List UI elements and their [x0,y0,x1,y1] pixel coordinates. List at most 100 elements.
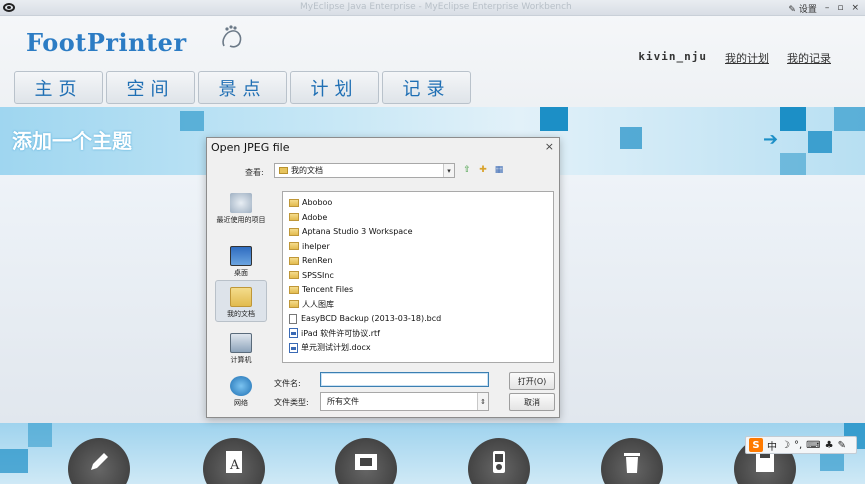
chevron-down-icon[interactable]: ▾ [443,164,454,177]
maximize-icon[interactable]: ▫ [837,3,843,13]
spinner-icon[interactable]: ⇕ [477,393,488,410]
list-item[interactable]: 单元测试计划.docx [289,341,371,354]
word-document-icon [289,328,298,338]
folder-icon [289,242,299,250]
user-links: kivin_nju 我的计划 我的记录 [638,50,831,66]
sogou-ime-icon[interactable]: S [749,438,763,452]
folder-icon [289,256,299,265]
look-in-dropdown[interactable]: 我的文档 ▾ [274,163,455,178]
filename-label: 文件名: [274,379,301,388]
file-list[interactable]: Aboboo Adobe Aptana Studio 3 Workspace i… [282,191,554,363]
place-computer-label: 计算机 [230,356,252,364]
tab-scenic[interactable]: 景点 [198,71,287,104]
app-logo[interactable]: FootPrinter [26,28,187,57]
list-item[interactable]: iPad 软件许可协议.rtf [289,327,380,340]
look-in-value: 我的文档 [291,166,323,175]
tab-space[interactable]: 空间 [106,71,195,104]
folder-icon [289,271,299,279]
file-name: Tencent Files [302,285,354,294]
file-name: SPSSInc [302,270,334,280]
place-my-documents-label: 我的文档 [227,310,255,318]
folder-icon [289,198,299,207]
list-item[interactable]: EasyBCD Backup (2013-03-18).bcd [289,312,441,325]
file-name: Aptana Studio 3 Workspace [302,227,413,236]
moon-icon[interactable]: ☽ [781,440,790,451]
dialog-close-icon[interactable]: × [545,140,554,153]
place-network[interactable]: 网络 [215,376,267,408]
new-folder-icon[interactable]: ✚ [477,164,489,176]
tab-records[interactable]: 记录 [382,71,471,104]
place-network-label: 网络 [234,399,248,407]
filetype-label: 文件类型: [274,398,309,407]
svg-text:A: A [229,458,240,473]
open-button[interactable]: 打开(O) [509,372,555,390]
list-item[interactable]: Aboboo [289,196,332,209]
window-controls: ✎ 设置 – ▫ × [788,0,865,16]
settings-link[interactable]: ✎ 设置 [788,2,816,15]
place-desktop[interactable]: 桌面 [215,246,267,278]
list-item[interactable]: Aptana Studio 3 Workspace [289,225,413,238]
list-item[interactable]: Tencent Files [289,283,353,296]
keyboard-icon[interactable]: ⌨ [806,440,820,451]
file-icon [289,313,297,324]
up-folder-icon[interactable]: ⇧ [461,164,473,176]
my-documents-icon [230,287,252,307]
settings-label: 设置 [798,4,817,15]
folder-icon [289,300,299,308]
my-records-link[interactable]: 我的记录 [787,50,831,66]
filename-input[interactable] [320,372,489,387]
ghost-window-title: MyEclipse Java Enterprise - MyEclipse En… [300,2,572,12]
user-name[interactable]: kivin_nju [638,50,707,66]
list-item[interactable]: ihelper [289,240,330,253]
tab-plan[interactable]: 计划 [290,71,379,104]
dialog-toolbar: ⇧ ✚ ▦ [461,164,505,176]
wrench-icon[interactable]: ✎ [838,440,846,451]
close-icon[interactable]: × [851,3,859,13]
file-name: EasyBCD Backup (2013-03-18).bcd [301,314,442,323]
ime-toolbar[interactable]: S 中 ☽ °, ⌨ ♣ ✎ [745,436,857,454]
file-name: RenRen [302,256,333,265]
cancel-button[interactable]: 取消 [509,393,555,411]
my-plans-link[interactable]: 我的计划 [725,50,769,66]
places-bar: 最近使用的项目 桌面 我的文档 计算机 网络 [213,188,269,414]
folder-icon [289,227,299,236]
look-in-label: 查看: [245,168,264,177]
ime-mode[interactable]: 中 [767,438,777,453]
folder-icon [289,213,299,221]
list-item[interactable]: Adobe [289,211,327,224]
place-my-documents[interactable]: 我的文档 [215,280,267,322]
word-document-icon [289,342,298,353]
punctuation-icon[interactable]: °, [794,440,802,451]
place-desktop-label: 桌面 [234,269,248,277]
file-name: Aboboo [302,198,333,207]
file-name: ihelper [302,241,330,251]
eye-icon[interactable] [3,3,15,12]
tab-home[interactable]: 主页 [14,71,103,104]
dialog-title: Open JPEG file [211,141,290,154]
computer-icon [230,333,252,353]
recent-items-icon [230,193,252,213]
list-item[interactable]: RenRen [289,254,332,267]
footprint-logo-icon [222,25,242,48]
place-computer[interactable]: 计算机 [215,333,267,365]
minimize-icon[interactable]: – [825,3,830,13]
window-top-strip: MyEclipse Java Enterprise - MyEclipse En… [0,0,865,16]
filetype-value: 所有文件 [327,397,359,406]
place-recent-label: 最近使用的项目 [216,216,266,224]
place-recent[interactable]: 最近使用的项目 [215,193,267,225]
open-file-dialog: Open JPEG file × 查看: 我的文档 ▾ ⇧ ✚ ▦ 最近使用的项… [206,137,560,418]
list-item[interactable]: 人人图库 [289,298,334,311]
folder-icon [279,167,288,174]
view-menu-icon[interactable]: ▦ [493,164,505,176]
arrow-right-icon[interactable]: ➔ [763,131,781,149]
list-item[interactable]: SPSSInc [289,269,334,282]
skin-icon[interactable]: ♣ [825,440,834,451]
desktop-icon [230,246,252,266]
file-name: iPad 软件许可协议.rtf [301,328,380,338]
file-name: 人人图库 [302,299,334,309]
folder-icon [289,285,299,294]
add-topic-title[interactable]: 添加一个主题 [12,125,132,154]
filetype-dropdown[interactable]: 所有文件 ⇕ [320,392,489,411]
file-name: Adobe [302,212,328,222]
main-nav: 主页 空间 景点 计划 记录 [14,71,471,104]
